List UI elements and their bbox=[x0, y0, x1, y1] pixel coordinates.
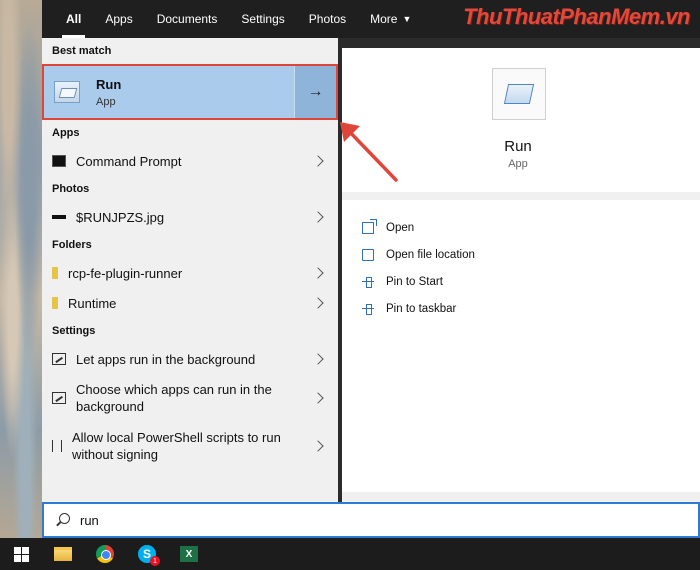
folder-icon bbox=[52, 267, 58, 279]
chevron-down-icon: ▼ bbox=[402, 14, 412, 24]
pin-icon bbox=[362, 303, 374, 315]
chrome-icon bbox=[96, 545, 114, 563]
arrow-right-icon: → bbox=[307, 83, 324, 100]
action-label: Open bbox=[386, 221, 415, 234]
tab-apps-label: Apps bbox=[105, 12, 133, 26]
settings-icon bbox=[52, 392, 66, 404]
action-label: Open file location bbox=[386, 248, 475, 261]
action-open-file-location[interactable]: Open file location bbox=[342, 241, 700, 268]
taskbar-skype[interactable]: S 1 bbox=[126, 538, 168, 570]
start-button[interactable] bbox=[0, 538, 42, 570]
image-file-icon bbox=[52, 215, 66, 219]
chevron-right-icon[interactable] bbox=[312, 211, 324, 223]
file-location-icon bbox=[362, 248, 374, 261]
chevron-right-icon[interactable] bbox=[312, 155, 324, 167]
folder-icon bbox=[52, 297, 58, 309]
list-item-setting-choose-apps[interactable]: Choose which apps can run in the backgro… bbox=[42, 374, 338, 422]
tab-apps[interactable]: Apps bbox=[93, 0, 144, 38]
pin-icon bbox=[362, 276, 374, 288]
taskbar: S 1 X bbox=[0, 538, 700, 570]
desktop-wallpaper bbox=[0, 0, 42, 538]
action-open[interactable]: Open bbox=[342, 214, 700, 241]
tab-documents[interactable]: Documents bbox=[145, 0, 230, 38]
list-item-folder-rcp[interactable]: rcp-fe-plugin-runner bbox=[42, 258, 338, 288]
best-match-run[interactable]: Run App → bbox=[42, 64, 338, 120]
chevron-right-icon[interactable] bbox=[312, 297, 324, 309]
powershell-settings-icon bbox=[52, 440, 62, 452]
list-item-setting-background[interactable]: Let apps run in the background bbox=[42, 344, 338, 374]
list-item-label: Let apps run in the background bbox=[76, 351, 256, 367]
search-bar[interactable] bbox=[42, 502, 700, 538]
section-heading-folders: Folders bbox=[52, 239, 92, 251]
tab-documents-label: Documents bbox=[156, 12, 218, 26]
search-icon bbox=[56, 513, 70, 527]
notification-badge: 1 bbox=[150, 556, 160, 566]
list-item-label: Command Prompt bbox=[76, 153, 182, 169]
action-pin-to-taskbar[interactable]: Pin to taskbar bbox=[342, 295, 700, 322]
results-panel: Best match Run App → Apps Command Prompt… bbox=[42, 38, 338, 502]
taskbar-chrome[interactable] bbox=[84, 538, 126, 570]
open-icon bbox=[362, 218, 377, 234]
search-input[interactable] bbox=[80, 512, 640, 528]
tab-all[interactable]: All bbox=[54, 0, 93, 38]
tab-more-label: More bbox=[370, 12, 398, 26]
watermark-logo: ThuThuatPhanMem.vn bbox=[463, 4, 690, 29]
list-item-label: Allow local PowerShell scripts to run wi… bbox=[72, 430, 281, 462]
expand-arrow-button[interactable]: → bbox=[294, 66, 336, 118]
preview-actions: Open Open file location Pin to Start Pin… bbox=[342, 192, 700, 492]
list-item-label: rcp-fe-plugin-runner bbox=[68, 265, 183, 281]
file-explorer-icon bbox=[54, 547, 72, 561]
best-match-title: Run bbox=[96, 76, 122, 92]
taskbar-excel[interactable]: X bbox=[168, 538, 210, 570]
annotation-arrow-icon bbox=[340, 122, 398, 182]
run-app-icon bbox=[54, 81, 80, 103]
list-item-command-prompt[interactable]: Command Prompt bbox=[42, 146, 338, 176]
section-heading-apps: Apps bbox=[52, 127, 80, 139]
action-label: Pin to Start bbox=[386, 275, 443, 288]
section-heading-best-match: Best match bbox=[52, 45, 112, 57]
list-item-label: $RUNJPZS.jpg bbox=[76, 209, 165, 225]
tab-photos[interactable]: Photos bbox=[297, 0, 358, 38]
taskbar-file-explorer[interactable] bbox=[42, 538, 84, 570]
tab-photos-label: Photos bbox=[308, 12, 347, 26]
settings-icon bbox=[52, 353, 66, 365]
best-match-subtitle: App bbox=[96, 95, 116, 108]
chevron-right-icon[interactable] bbox=[312, 440, 324, 452]
excel-icon: X bbox=[180, 546, 198, 562]
tab-all-label: All bbox=[66, 12, 82, 26]
search-tab-bar: All Apps Documents Settings Photos More ▼… bbox=[42, 0, 700, 38]
chevron-right-icon[interactable] bbox=[312, 392, 324, 404]
action-label: Pin to taskbar bbox=[386, 302, 457, 315]
run-app-large-icon bbox=[492, 68, 546, 120]
list-item-folder-runtime[interactable]: Runtime bbox=[42, 288, 338, 318]
windows-start-icon bbox=[13, 546, 29, 562]
tab-more[interactable]: More ▼ bbox=[358, 0, 423, 38]
tab-settings-label: Settings bbox=[241, 12, 285, 26]
list-item-label: Choose which apps can run in the backgro… bbox=[76, 382, 272, 414]
list-item-photo[interactable]: $RUNJPZS.jpg bbox=[42, 202, 338, 232]
action-pin-to-start[interactable]: Pin to Start bbox=[342, 268, 700, 295]
section-heading-settings: Settings bbox=[52, 325, 96, 337]
list-item-label: Runtime bbox=[68, 295, 117, 311]
section-heading-photos: Photos bbox=[52, 183, 90, 195]
chevron-right-icon[interactable] bbox=[312, 267, 324, 279]
chevron-right-icon[interactable] bbox=[312, 353, 324, 365]
command-prompt-icon bbox=[52, 155, 66, 167]
tab-settings[interactable]: Settings bbox=[229, 0, 296, 38]
list-item-setting-powershell[interactable]: Allow local PowerShell scripts to run wi… bbox=[42, 422, 338, 470]
